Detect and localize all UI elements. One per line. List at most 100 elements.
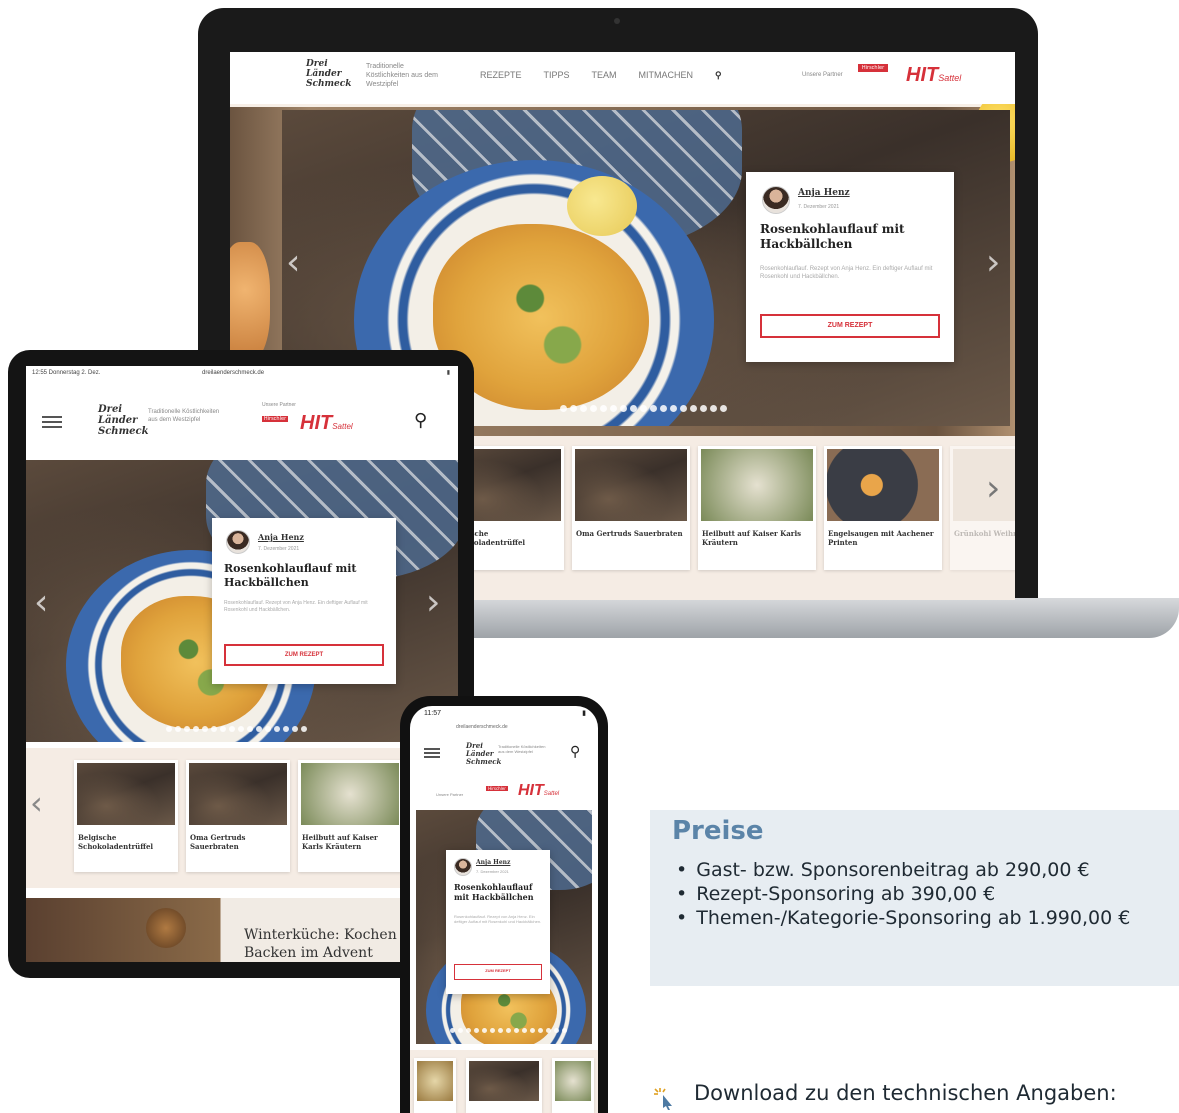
recipe-thumbnail[interactable]: Belgische Schokoladentrüffel <box>74 760 178 872</box>
recipe-thumbnail[interactable]: Heilbutt auf Kaiser Karls Kräutern <box>698 446 816 570</box>
carousel-dot[interactable] <box>522 1028 527 1033</box>
carousel-dot[interactable] <box>166 726 172 732</box>
download-link[interactable]: Download zu den technischen Angaben: <box>694 1081 1117 1105</box>
carousel-dot[interactable] <box>554 1028 559 1033</box>
carousel-dot[interactable] <box>238 726 244 732</box>
featured-recipe-card[interactable]: Anja Henz 7. Dezember 2021 Rosenkohlaufl… <box>446 850 550 994</box>
carousel-dot[interactable] <box>450 1028 455 1033</box>
menu-icon[interactable] <box>424 748 440 758</box>
zum-rezept-button[interactable]: ZUM REZEPT <box>454 964 542 980</box>
carousel-dot[interactable] <box>710 405 717 412</box>
carousel-dot[interactable] <box>640 405 647 412</box>
hero-prev-arrow[interactable]: ‹ <box>286 242 300 283</box>
carousel-dot[interactable] <box>690 405 697 412</box>
carousel-dot[interactable] <box>660 405 667 412</box>
partner-hirschler-logo[interactable]: Hirschler <box>858 64 888 90</box>
tablet-url-bar[interactable]: dreilaenderschmeck.de <box>202 370 264 376</box>
site-logo[interactable]: Drei Länder Schmeck <box>98 404 149 437</box>
carousel-dot[interactable] <box>570 405 577 412</box>
carousel-dot[interactable] <box>466 1028 471 1033</box>
zum-rezept-button[interactable]: ZUM REZEPT <box>224 644 384 666</box>
recipe-thumbnail[interactable] <box>552 1058 594 1113</box>
recipe-thumbnail[interactable] <box>466 1058 542 1113</box>
partner-hirschler-logo[interactable]: Hirschler <box>486 786 508 791</box>
carousel-dot[interactable] <box>220 726 226 732</box>
menu-icon[interactable] <box>42 416 62 428</box>
recipe-thumbnail[interactable]: Heilbutt auf Kaiser Karls Kräutern <box>298 760 402 872</box>
carousel-dot[interactable] <box>680 405 687 412</box>
hero-next-arrow[interactable]: › <box>986 242 1000 283</box>
carousel-dot[interactable] <box>229 726 235 732</box>
carousel-dot[interactable] <box>184 726 190 732</box>
carousel-dot[interactable] <box>175 726 181 732</box>
carousel-dot[interactable] <box>193 726 199 732</box>
carousel-dot[interactable] <box>256 726 262 732</box>
feature-banner[interactable]: Winterküche: Kochen und Backen im Advent <box>26 898 458 962</box>
carousel-dot[interactable] <box>720 405 727 412</box>
carousel-dot[interactable] <box>482 1028 487 1033</box>
thumbs-next-arrow[interactable]: › <box>986 468 1000 509</box>
search-icon[interactable]: ⚲ <box>414 410 427 431</box>
partner-hit-logo[interactable]: HITSattel <box>518 782 559 800</box>
carousel-dot[interactable] <box>247 726 253 732</box>
search-icon[interactable]: ⚲ <box>715 70 722 81</box>
carousel-dot[interactable] <box>283 726 289 732</box>
zum-rezept-button[interactable]: ZUM REZEPT <box>760 314 940 338</box>
recipe-author[interactable]: Anja Henz <box>476 859 510 866</box>
carousel-dot[interactable] <box>670 405 677 412</box>
carousel-dot[interactable] <box>514 1028 519 1033</box>
nav-mitmachen[interactable]: MITMACHEN <box>639 70 694 81</box>
carousel-dot[interactable] <box>650 405 657 412</box>
carousel-dot[interactable] <box>620 405 627 412</box>
recipe-author[interactable]: Anja Henz <box>258 532 304 542</box>
carousel-dot[interactable] <box>301 726 307 732</box>
carousel-dot[interactable] <box>560 405 567 412</box>
carousel-dot[interactable] <box>474 1028 479 1033</box>
carousel-dot[interactable] <box>538 1028 543 1033</box>
carousel-dot[interactable] <box>292 726 298 732</box>
recipe-thumbnail[interactable] <box>414 1058 456 1113</box>
partner-hit-logo[interactable]: HITSattel <box>906 64 961 87</box>
recipe-title[interactable]: Rosenkohlauflauf mit Hackbällchen <box>760 222 920 252</box>
carousel-dot[interactable] <box>211 726 217 732</box>
search-icon[interactable]: ⚲ <box>570 744 580 760</box>
site-logo[interactable]: Drei Länder Schmeck <box>306 59 362 89</box>
carousel-dot[interactable] <box>546 1028 551 1033</box>
nav-rezepte[interactable]: REZEPTE <box>480 70 522 81</box>
hero-prev-arrow[interactable]: ‹ <box>34 582 48 623</box>
phone-url-bar[interactable]: dreilaenderschmeck.de <box>456 724 508 730</box>
carousel-dot[interactable] <box>498 1028 503 1033</box>
featured-recipe-card[interactable]: Anja Henz 7. Dezember 2021 Rosenkohlaufl… <box>746 172 954 362</box>
hero-next-arrow[interactable]: › <box>426 582 440 623</box>
recipe-thumbnail[interactable]: Oma Gertruds Sauerbraten <box>186 760 290 872</box>
thumbs-prev-arrow[interactable]: ‹ <box>30 784 43 822</box>
carousel-dot[interactable] <box>202 726 208 732</box>
carousel-dot[interactable] <box>490 1028 495 1033</box>
nav-tipps[interactable]: TIPPS <box>544 70 570 81</box>
carousel-dot[interactable] <box>590 405 597 412</box>
recipe-thumbnail[interactable]: Engelsaugen mit Aachener Printen <box>824 446 942 570</box>
site-logo[interactable]: Drei Länder Schmeck <box>466 742 501 766</box>
recipe-date: 7. Dezember 2021 <box>476 869 509 874</box>
recipe-thumbnail[interactable]: Grünkohl Weihnacht <box>950 446 1015 570</box>
carousel-dot[interactable] <box>580 405 587 412</box>
carousel-dot[interactable] <box>274 726 280 732</box>
carousel-dot[interactable] <box>458 1028 463 1033</box>
carousel-dot[interactable] <box>265 726 271 732</box>
carousel-dot[interactable] <box>630 405 637 412</box>
featured-recipe-card[interactable]: Anja Henz 7. Dezember 2021 Rosenkohlaufl… <box>212 518 396 684</box>
partner-hirschler-logo[interactable]: Hirschler <box>262 416 288 422</box>
nav-team[interactable]: TEAM <box>592 70 617 81</box>
click-cursor-icon[interactable] <box>652 1086 678 1110</box>
carousel-dot[interactable] <box>506 1028 511 1033</box>
partner-hit-logo[interactable]: HITSattel <box>300 412 353 435</box>
carousel-dot[interactable] <box>530 1028 535 1033</box>
carousel-dot[interactable] <box>610 405 617 412</box>
carousel-dot[interactable] <box>600 405 607 412</box>
recipe-title[interactable]: Rosenkohlauflauf mit Hackbällchen <box>454 882 544 902</box>
recipe-title[interactable]: Rosenkohlauflauf mit Hackbällchen <box>224 562 384 590</box>
carousel-dot[interactable] <box>562 1028 567 1033</box>
carousel-dot[interactable] <box>700 405 707 412</box>
recipe-author[interactable]: Anja Henz <box>798 188 850 198</box>
recipe-thumbnail[interactable]: Oma Gertruds Sauerbraten <box>572 446 690 570</box>
